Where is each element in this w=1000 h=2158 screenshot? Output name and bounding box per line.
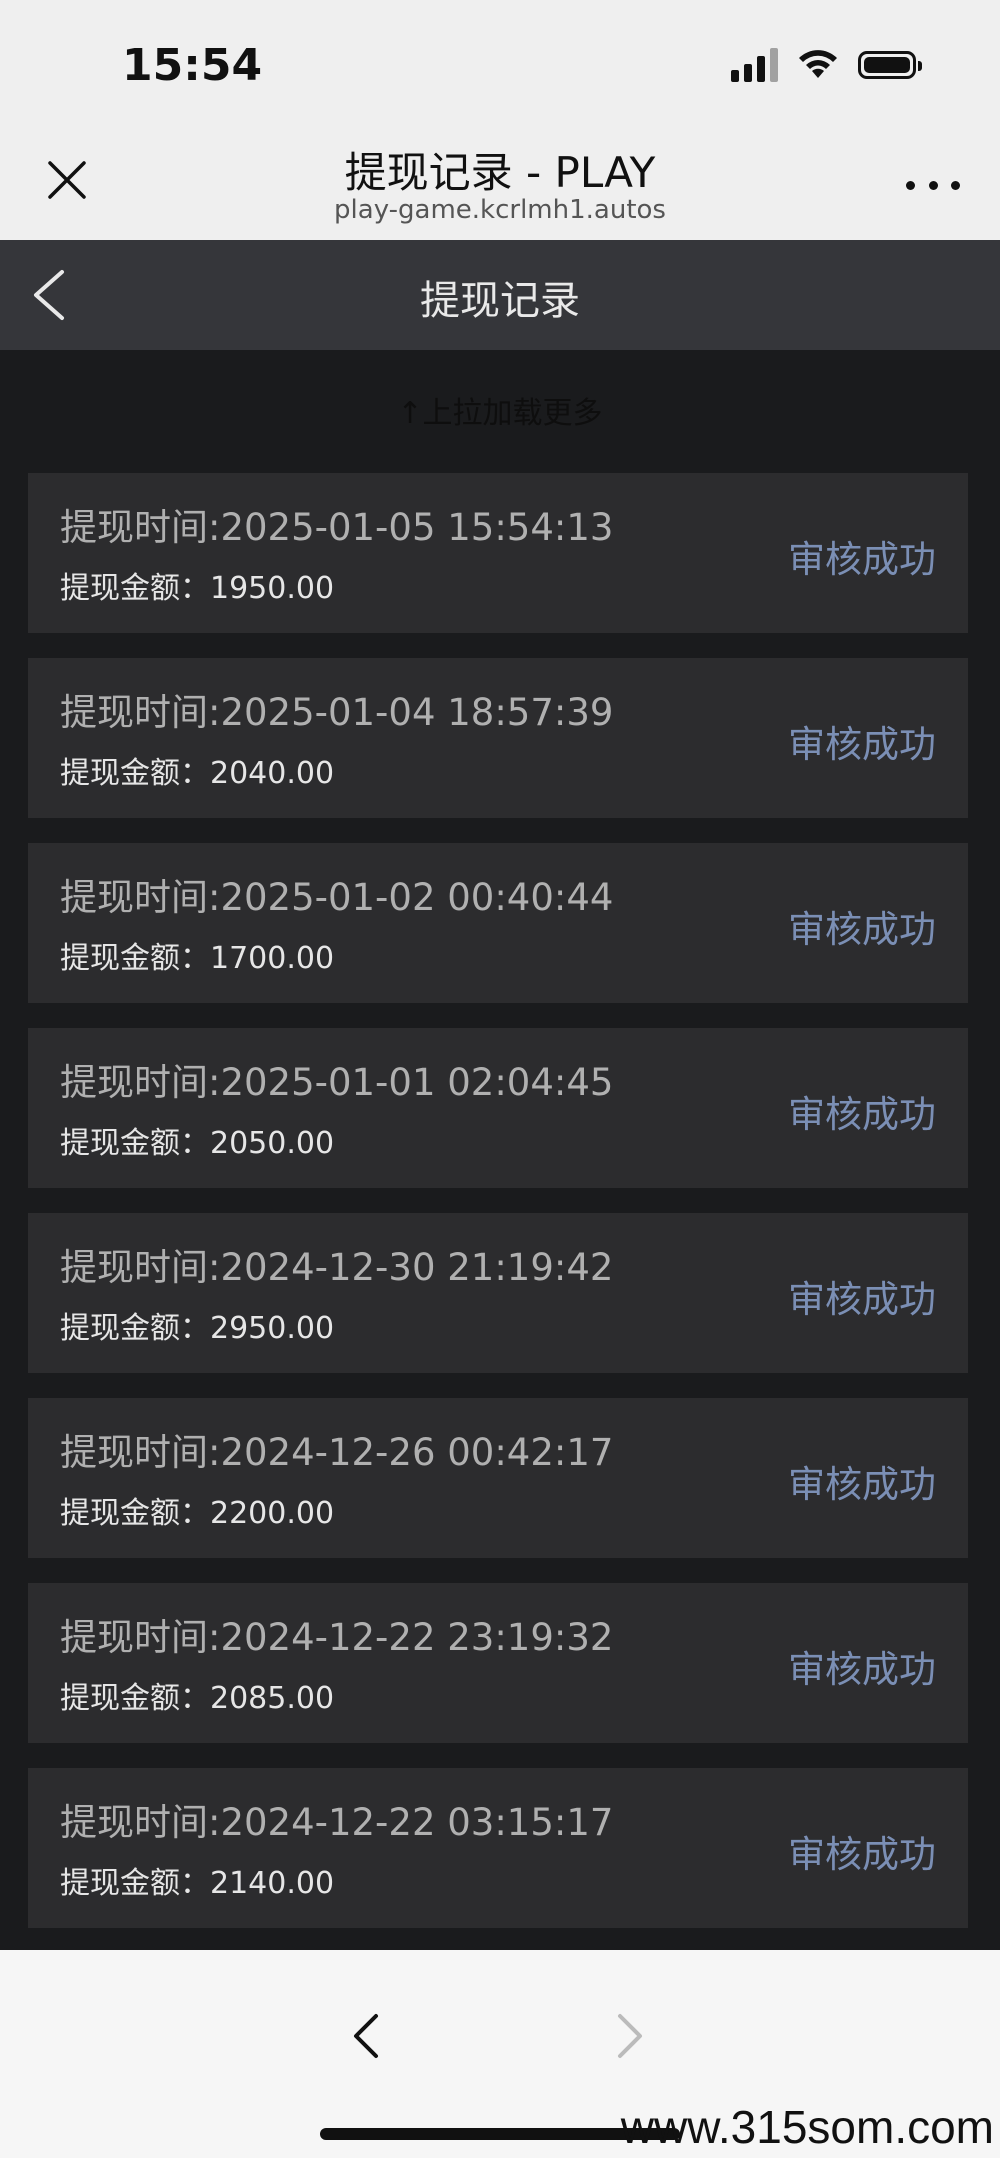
record-item[interactable]: 提现时间:2025-01-02 00:40:44 提现金额：1700.00 审核成功 <box>28 843 968 1003</box>
chevron-left-icon <box>354 2014 378 2058</box>
record-time: 提现时间:2024-12-22 23:19:32 <box>60 1616 614 1659</box>
record-item[interactable]: 提现时间:2024-12-26 00:42:17 提现金额：2200.00 审核成功 <box>28 1398 968 1558</box>
record-item[interactable]: 提现时间:2025-01-04 18:57:39 提现金额：2040.00 审核成功 <box>28 658 968 818</box>
record-amount-value: 2040.00 <box>210 756 335 791</box>
record-time: 提现时间:2025-01-02 00:40:44 <box>60 876 614 919</box>
record-amount-value: 2050.00 <box>210 1126 335 1161</box>
record-amount-label: 提现金额： <box>60 1681 210 1716</box>
signal-icon <box>731 48 778 82</box>
record-status: 审核成功 <box>788 908 936 951</box>
record-time: 提现时间:2025-01-05 15:54:13 <box>60 506 614 549</box>
record-amount-label: 提现金额： <box>60 1496 210 1531</box>
record-amount-value: 2085.00 <box>210 1681 335 1716</box>
pull-to-load-hint: ↑上拉加载更多 <box>397 396 603 431</box>
record-item[interactable]: 提现时间:2024-12-22 03:15:17 提现金额：2140.00 审核成功 <box>28 1768 968 1928</box>
record-list: 提现时间:2025-01-05 15:54:13 提现金额：1950.00 审核成功… <box>28 473 968 1953</box>
app-nav-bar: 提现记录 <box>0 240 1000 350</box>
record-amount-label: 提现金额： <box>60 941 210 976</box>
record-amount: 提现金额：2950.00 <box>60 1303 334 1347</box>
record-time: 提现时间:2024-12-26 00:42:17 <box>60 1431 614 1474</box>
record-item[interactable]: 提现时间:2024-12-30 21:19:42 提现金额：2950.00 审核成功 <box>28 1213 968 1373</box>
record-amount: 提现金额：2200.00 <box>60 1488 334 1532</box>
record-amount: 提现金额：2050.00 <box>60 1118 334 1162</box>
browser-header: 提现记录 - PLAY play-game.kcrlmh1.autos <box>0 125 1000 240</box>
withdrawal-record-list-area[interactable]: ↑上拉加载更多 提现时间:2025-01-05 15:54:13 提现金额：195… <box>0 350 1000 1950</box>
browser-bottom-bar: www.315som.com <box>0 1950 1000 2158</box>
status-icons <box>731 48 922 82</box>
battery-icon <box>858 51 922 79</box>
record-status: 审核成功 <box>788 1093 936 1136</box>
record-amount-label: 提现金额： <box>60 756 210 791</box>
record-amount-value: 2950.00 <box>210 1311 335 1346</box>
browser-url: play-game.kcrlmh1.autos <box>334 195 666 225</box>
status-time: 15:54 <box>122 40 263 91</box>
record-amount-label: 提现金额： <box>60 1311 210 1346</box>
record-amount-value: 1700.00 <box>210 941 335 976</box>
record-amount-label: 提现金额： <box>60 1866 210 1901</box>
chevron-right-icon <box>618 2014 642 2058</box>
record-amount-value: 1950.00 <box>210 571 335 606</box>
record-amount: 提现金额：1950.00 <box>60 563 334 607</box>
record-status: 审核成功 <box>788 1833 936 1876</box>
record-status: 审核成功 <box>788 1648 936 1691</box>
record-amount: 提现金额：1700.00 <box>60 933 334 977</box>
watermark: www.315som.com <box>620 2101 994 2153</box>
record-status: 审核成功 <box>788 1463 936 1506</box>
record-item[interactable]: 提现时间:2025-01-05 15:54:13 提现金额：1950.00 审核成功 <box>28 473 968 633</box>
browser-title: 提现记录 - PLAY <box>344 148 656 197</box>
browser-forward-button[interactable] <box>600 2008 656 2064</box>
record-amount-value: 2140.00 <box>210 1866 335 1901</box>
record-time: 提现时间:2024-12-22 03:15:17 <box>60 1801 614 1844</box>
more-icon <box>906 180 915 190</box>
record-time: 提现时间:2025-01-04 18:57:39 <box>60 691 614 734</box>
record-amount-label: 提现金额： <box>60 1126 210 1161</box>
wifi-icon <box>799 50 837 78</box>
record-amount: 提现金额：2085.00 <box>60 1673 334 1717</box>
record-amount: 提现金额：2040.00 <box>60 748 334 792</box>
record-status: 审核成功 <box>788 538 936 581</box>
more-button[interactable] <box>906 177 960 193</box>
record-status: 审核成功 <box>788 723 936 766</box>
browser-back-button[interactable] <box>340 2008 396 2064</box>
record-status: 审核成功 <box>788 1278 936 1321</box>
record-item[interactable]: 提现时间:2025-01-01 02:04:45 提现金额：2050.00 审核成功 <box>28 1028 968 1188</box>
record-item[interactable]: 提现时间:2024-12-22 23:19:32 提现金额：2085.00 审核成功 <box>28 1583 968 1743</box>
record-amount-label: 提现金额： <box>60 571 210 606</box>
record-time: 提现时间:2024-12-30 21:19:42 <box>60 1246 614 1289</box>
record-amount-value: 2200.00 <box>210 1496 335 1531</box>
page-title: 提现记录 <box>420 278 580 324</box>
record-amount: 提现金额：2140.00 <box>60 1858 334 1902</box>
status-bar: 15:54 <box>0 0 1000 125</box>
record-time: 提现时间:2025-01-01 02:04:45 <box>60 1061 614 1104</box>
